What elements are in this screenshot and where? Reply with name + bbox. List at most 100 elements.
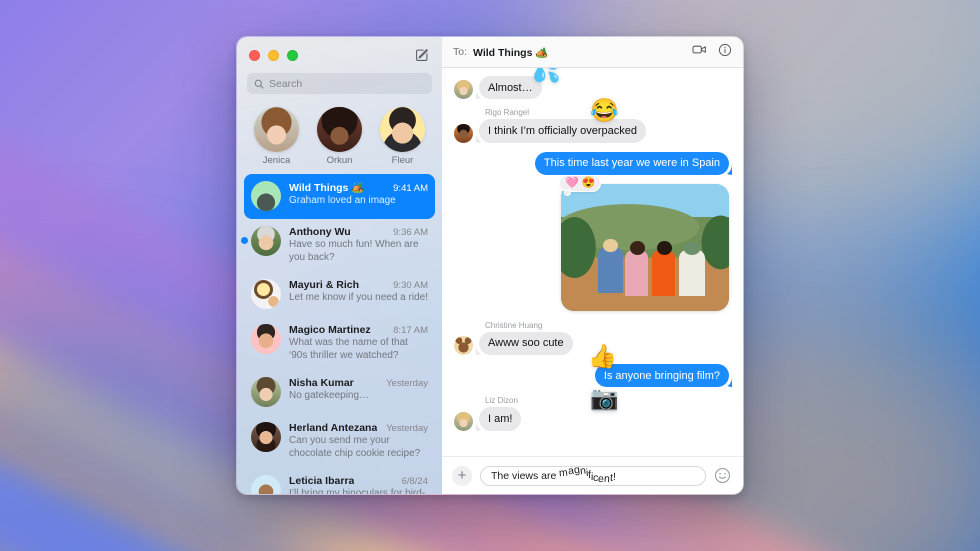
minimize-button[interactable]: [268, 49, 279, 61]
conversation-body: Wild Things 🏕️ 9:41 AM Graham loved an i…: [289, 181, 428, 208]
avatar: [251, 475, 281, 494]
thread-header: To: Wild Things 🏕️: [442, 37, 743, 68]
message-input[interactable]: The views are magnificent!: [480, 465, 706, 486]
message-group: 💦 Almost…: [454, 68, 729, 100]
message-thread: To: Wild Things 🏕️ 💦 Almost… Rigo Rangel…: [442, 37, 743, 494]
conversation-time: Yesterday: [386, 423, 428, 434]
emoji-smiley-icon[interactable]: [714, 467, 731, 484]
conversation-preview: Graham loved an image: [289, 195, 396, 206]
photo-message[interactable]: 🩷 😍: [454, 174, 729, 311]
conversation-preview: Can you send me your chocolate chip cook…: [289, 435, 421, 459]
messages-window: Search Jenica Orkun Fleur Wild Things 🏕️ 9…: [236, 36, 744, 495]
message-bubble[interactable]: I am!: [479, 407, 522, 431]
avatar: [454, 80, 473, 100]
conversation-time: Yesterday: [386, 378, 428, 389]
avatar: [251, 324, 281, 354]
message-bubble[interactable]: I think I’m officially overpacked: [479, 119, 646, 143]
conversation-preview: Have so much fun! When are you back?: [289, 239, 419, 263]
pinned-contact-jenica[interactable]: Jenica: [249, 107, 305, 166]
reaction-emoji: 😍: [581, 176, 596, 189]
zoom-button[interactable]: [287, 49, 298, 61]
thread-title: Wild Things 🏕️: [473, 46, 549, 59]
message-row: 👍 Is anyone bringing film?: [454, 345, 729, 388]
conversation-name: Anthony Wu: [289, 226, 351, 238]
message-composer: + The views are magnificent!: [442, 456, 743, 494]
tapback-reactions[interactable]: 🩷 😍: [559, 174, 602, 196]
animated-char: !: [612, 470, 617, 483]
sidebar-titlebar: [237, 37, 442, 63]
messages-scroll-area[interactable]: 💦 Almost… Rigo Rangel 😂 I think I’m official…: [442, 68, 743, 456]
conversation-name: Nisha Kumar: [289, 377, 354, 389]
search-input[interactable]: Search: [247, 73, 432, 94]
conversation-time: 6/8/24: [401, 476, 428, 487]
sticker-6[interactable]: 📷: [590, 387, 619, 410]
thread-header-actions: [692, 42, 732, 62]
message-row: 😂 I think I’m officially overpacked: [454, 99, 729, 143]
compose-icon[interactable]: [412, 45, 432, 65]
conversation-preview: Let me know if you need a ride!: [289, 292, 428, 303]
message-input-value: The views are magnificent!: [491, 467, 617, 485]
video-camera-icon[interactable]: [692, 42, 707, 62]
conversation-row[interactable]: Wild Things 🏕️ 9:41 AM Graham loved an i…: [244, 174, 435, 219]
conversation-row[interactable]: Magico Martinez 8:17 AM What was the nam…: [244, 317, 435, 370]
avatar: [454, 411, 473, 431]
avatar: [251, 226, 281, 256]
message-bubble[interactable]: This time last year we were in Spain: [534, 151, 729, 175]
pinned-contact-label: Fleur: [391, 155, 414, 166]
close-button[interactable]: [249, 49, 260, 61]
conversation-preview: What was the name of that ‘90s thriller …: [289, 337, 408, 361]
avatar: [251, 181, 281, 211]
message-row: 💦 Almost…: [454, 68, 729, 100]
sticker-5[interactable]: 👍: [588, 345, 617, 368]
conversation-time: 9:36 AM: [393, 227, 428, 238]
conversation-row[interactable]: Mayuri & Rich 9:30 AM Let me know if you…: [244, 272, 435, 317]
message-group: Liz Dizon 📷 I am!: [454, 387, 729, 431]
window-controls: [249, 47, 432, 63]
photo-attachment[interactable]: [561, 183, 729, 311]
pinned-contact-label: Orkun: [326, 155, 353, 166]
avatar: [251, 279, 281, 309]
pinned-contacts: Jenica Orkun Fleur: [237, 102, 442, 174]
reaction-emoji: 🩷: [565, 176, 579, 189]
conversation-row[interactable]: Nisha Kumar Yesterday No gatekeeping…: [244, 370, 435, 415]
search-icon: [254, 79, 264, 89]
message-row: 📷 I am!: [454, 387, 729, 431]
sticker-0[interactable]: 💦: [532, 68, 561, 82]
conversation-time: 8:17 AM: [393, 325, 428, 336]
message-group: Rigo Rangel 😂 I think I’m officially overp…: [454, 99, 729, 143]
sticker-1[interactable]: 😂: [590, 99, 619, 122]
sidebar: Search Jenica Orkun Fleur Wild Things 🏕️ 9…: [237, 37, 442, 494]
plus-icon[interactable]: +: [452, 465, 472, 486]
conversation-time: 9:41 AM: [393, 183, 428, 194]
info-circle-icon[interactable]: [718, 43, 732, 62]
avatar: [380, 107, 425, 152]
conversation-row[interactable]: Anthony Wu 9:36 AM Have so much fun! Whe…: [241, 219, 435, 272]
conversation-time: 9:30 AM: [393, 280, 428, 291]
search-container: Search: [237, 63, 442, 102]
message-row: This time last year we were in Spain: [454, 151, 729, 175]
message-bubble[interactable]: Awww soo cute: [479, 331, 573, 356]
desktop-wallpaper: Search Jenica Orkun Fleur Wild Things 🏕️ 9…: [0, 0, 980, 551]
avatar: [251, 377, 281, 407]
unread-badge: [241, 237, 248, 244]
conversation-body: Leticia Ibarra 6/8/24 I’ll bring my bino…: [289, 475, 428, 494]
conversation-row[interactable]: Leticia Ibarra 6/8/24 I’ll bring my bino…: [244, 468, 435, 494]
pinned-contact-orkun[interactable]: Orkun: [312, 107, 368, 166]
conversation-body: Nisha Kumar Yesterday No gatekeeping…: [289, 377, 428, 403]
pinned-contact-fleur[interactable]: Fleur: [375, 107, 431, 166]
avatar: [454, 336, 473, 356]
conversation-name: Leticia Ibarra: [289, 475, 355, 487]
conversation-name: Magico Martinez: [289, 324, 371, 336]
avatar: [251, 422, 281, 452]
conversation-body: Mayuri & Rich 9:30 AM Let me know if you…: [289, 279, 428, 305]
conversation-body: Magico Martinez 8:17 AM What was the nam…: [289, 324, 428, 362]
pinned-contact-label: Jenica: [262, 155, 291, 166]
conversation-name: Herland Antezana: [289, 422, 378, 434]
conversation-name: Wild Things 🏕️: [289, 182, 365, 194]
conversation-row[interactable]: Herland Antezana Yesterday Can you send …: [244, 415, 435, 468]
avatar: [254, 107, 299, 152]
message-group: This time last year we were in Spain: [454, 151, 729, 175]
thread-to-label: To:: [453, 46, 468, 58]
conversation-body: Anthony Wu 9:36 AM Have so much fun! Whe…: [289, 226, 428, 264]
conversation-list: Wild Things 🏕️ 9:41 AM Graham loved an i…: [237, 174, 442, 494]
